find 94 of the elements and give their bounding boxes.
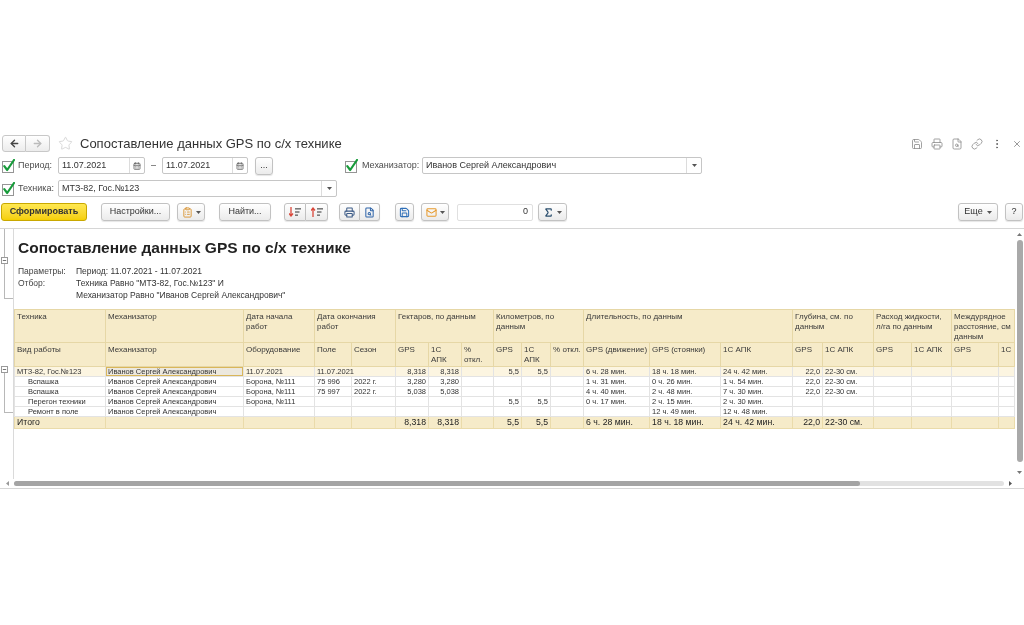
sort-ascending-button[interactable]: [306, 203, 328, 221]
total-cell: 22,0: [792, 416, 823, 429]
clipboard-icon: [181, 206, 193, 218]
period-label: Период:: [18, 158, 54, 172]
parameter-value: Техника Равно "МТЗ-82, Гос.№123" И: [76, 277, 225, 289]
parameter-value: Механизатор Равно "Иванов Сергей Александрович": [76, 289, 286, 301]
sort-ascending-icon: [310, 207, 323, 217]
total-cell: 5,5: [493, 416, 522, 429]
total-cell: 22-30 см.: [822, 416, 874, 429]
envelope-icon: [425, 206, 437, 218]
period-choice-button[interactable]: ...: [255, 156, 273, 175]
sum-button[interactable]: [538, 203, 567, 221]
column-group-header: Расход жидкости, л/га по данным: [873, 309, 952, 343]
printer-icon: [930, 137, 943, 150]
generate-button[interactable]: Сформировать: [1, 203, 87, 221]
collapse-icon[interactable]: [1, 366, 8, 373]
sort-descending-button[interactable]: [284, 203, 306, 221]
checkbox[interactable]: [2, 158, 15, 173]
mechanic-label: Механизатор:: [362, 158, 421, 172]
more-actions-button[interactable]: Еще: [958, 203, 998, 221]
caret-icon: [986, 210, 992, 214]
select-field[interactable]: Иванов Сергей Александрович: [422, 157, 702, 174]
caret-icon: [326, 187, 332, 190]
email-button[interactable]: [421, 203, 449, 221]
column-group-header: Дата начала работ: [243, 309, 315, 343]
checkbox[interactable]: [345, 158, 358, 173]
window-title: Сопоставление данных GPS по с/х технике: [80, 137, 342, 150]
column-group-header: Дата окончания работ: [314, 309, 396, 343]
total-cell: 5,5: [521, 416, 551, 429]
help-button[interactable]: ?: [1005, 203, 1023, 221]
parameter-label: Отбор:: [18, 277, 47, 290]
print-report-button[interactable]: [339, 203, 360, 221]
total-cell: Итого: [14, 416, 106, 429]
scroll-thumb[interactable]: [1016, 240, 1023, 462]
back-button[interactable]: [2, 135, 26, 152]
arrow-left-icon: [8, 138, 20, 149]
column-group-header: Механизатор: [105, 309, 244, 343]
caret-icon: [557, 210, 562, 214]
column-group-header: Техника: [14, 309, 106, 343]
parameter-value: Период: 11.07.2021 - 11.07.2021: [76, 265, 202, 277]
scroll-right-icon[interactable]: [1009, 481, 1012, 486]
scroll-up-icon[interactable]: [1017, 233, 1022, 236]
equipment-label: Техника:: [18, 181, 55, 195]
scroll-left-icon[interactable]: [6, 481, 9, 486]
column-header: Вид работы: [14, 342, 106, 367]
preview-report-button[interactable]: [360, 203, 380, 221]
caret-icon: [691, 164, 697, 167]
scroll-down-icon[interactable]: [1017, 471, 1022, 474]
document-search-icon: [950, 137, 963, 150]
calendar-button[interactable]: [232, 158, 247, 173]
arrow-right-icon: [32, 138, 43, 149]
close-icon: [1011, 138, 1022, 149]
outline-line: [4, 264, 13, 299]
total-cell: 18 ч. 18 мин.: [649, 416, 721, 429]
counter-field[interactable]: 0: [457, 203, 533, 221]
caret-icon: [195, 210, 201, 214]
save-button[interactable]: [910, 137, 923, 150]
link-button[interactable]: [970, 137, 983, 150]
sort-descending-icon: [289, 207, 301, 217]
star-icon[interactable]: [58, 136, 73, 151]
print-button[interactable]: [930, 137, 943, 150]
document-search-icon: [364, 206, 375, 218]
date-separator: –: [150, 158, 157, 172]
collapse-icon[interactable]: [1, 257, 8, 264]
column-group-header: Междурядное расстояние, см данным: [951, 309, 1015, 343]
preview-button[interactable]: [950, 137, 963, 150]
save-report-button[interactable]: [395, 203, 414, 221]
date-field[interactable]: 11.07.2021: [58, 157, 145, 174]
find-button[interactable]: Найти...: [219, 203, 271, 221]
column-group-header: Гектаров, по данным: [395, 309, 494, 343]
printer-icon: [344, 206, 355, 218]
caret-icon: [439, 210, 445, 214]
total-cell: 8,318: [395, 416, 429, 429]
checkbox[interactable]: [2, 181, 15, 196]
outline-line: [4, 373, 13, 413]
calendar-icon: [236, 161, 244, 170]
column-group-header: Глубина, см. по данным: [792, 309, 874, 343]
column-group-header: Длительность, по данным: [583, 309, 793, 343]
total-cell: 24 ч. 42 мин.: [720, 416, 793, 429]
outline-line: [4, 229, 5, 257]
total-cell: 8,318: [428, 416, 462, 429]
calendar-button[interactable]: [129, 158, 144, 173]
variants-button[interactable]: [177, 203, 205, 221]
total-cell: 6 ч. 28 мин.: [583, 416, 650, 429]
date-field[interactable]: 11.07.2021: [162, 157, 248, 174]
link-icon: [970, 137, 983, 150]
select-field[interactable]: МТЗ-82, Гос.№123: [58, 180, 337, 197]
sigma-icon: [543, 206, 554, 218]
parameter-label: Параметры:: [18, 265, 67, 277]
report-title: Сопоставление данных GPS по с/х технике: [18, 239, 352, 257]
settings-button[interactable]: Настройки...: [101, 203, 170, 221]
column-group-header: Километров, по данным: [493, 309, 584, 343]
column-header: Механизатор: [105, 342, 244, 367]
calendar-icon: [133, 161, 141, 170]
